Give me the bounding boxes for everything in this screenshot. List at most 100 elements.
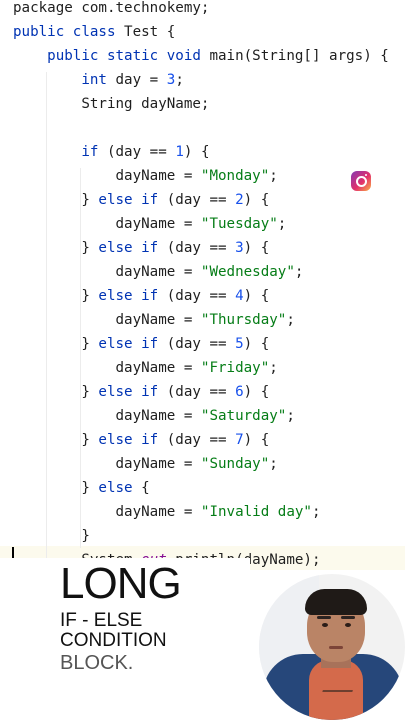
code-token: (day == <box>166 384 236 400</box>
code-line[interactable]: public static void main(String[] args) { <box>13 44 389 68</box>
code-token: ; <box>269 456 278 472</box>
code-token: else if <box>98 384 167 400</box>
code-token: (day == <box>166 288 236 304</box>
code-token: "Wednesday" <box>200 264 295 280</box>
code-token: ) { <box>183 144 210 160</box>
code-line[interactable]: } <box>13 524 90 548</box>
code-token: else if <box>98 432 167 448</box>
code-token: } <box>13 336 99 352</box>
code-line[interactable]: } else if (day == 4) { <box>13 284 269 308</box>
code-token: dayName = <box>13 360 201 376</box>
code-token: else if <box>98 336 167 352</box>
presenter-brow <box>341 616 355 619</box>
code-token: ) { <box>243 384 270 400</box>
code-token: ; <box>311 504 321 520</box>
code-line[interactable]: int day = 3; <box>13 68 184 92</box>
caption-line-4: BLOCK. <box>60 652 134 674</box>
code-token: ; <box>286 408 295 424</box>
code-token: String dayName; <box>13 96 210 112</box>
code-token: "Sunday" <box>200 456 270 472</box>
code-token: } <box>13 240 99 256</box>
code-token: } <box>13 528 90 544</box>
code-token: (day == <box>166 240 236 256</box>
code-token: 7 <box>235 432 244 448</box>
code-token: ) { <box>243 288 270 304</box>
code-token: public class <box>13 24 125 40</box>
code-token: dayName = <box>13 168 201 184</box>
code-token: ; <box>277 216 287 232</box>
code-token: } <box>13 480 99 496</box>
code-token: dayName = <box>13 312 201 328</box>
presenter-eye <box>345 623 351 627</box>
code-token: else if <box>98 192 167 208</box>
code-line[interactable]: } else if (day == 3) { <box>13 236 269 260</box>
code-line[interactable]: package com.technokemy; <box>13 0 209 20</box>
code-line[interactable]: String dayName; <box>13 92 209 116</box>
code-line[interactable]: dayName = "Friday"; <box>13 356 278 380</box>
code-line[interactable]: } else if (day == 5) { <box>13 332 269 356</box>
code-token: 1 <box>175 144 184 160</box>
code-token: else if <box>98 240 167 256</box>
code-line[interactable]: dayName = "Tuesday"; <box>13 212 286 236</box>
code-token: dayName = <box>13 408 201 424</box>
caption-line-2: IF - ELSE <box>60 610 143 631</box>
code-token: { <box>141 480 150 496</box>
code-token: dayName = <box>13 504 201 520</box>
code-token: 6 <box>235 384 244 400</box>
presenter-hair <box>305 589 367 615</box>
presenter-brow <box>317 616 331 619</box>
code-line[interactable]: dayName = "Invalid day"; <box>13 500 321 524</box>
code-token: ) { <box>243 336 270 352</box>
code-token: } <box>13 384 99 400</box>
code-token: else if <box>98 288 167 304</box>
code-line[interactable]: public class Test { <box>13 20 175 44</box>
code-token: ; <box>269 168 278 184</box>
code-line[interactable]: } else { <box>13 476 150 500</box>
code-token: "Thursday" <box>200 312 287 328</box>
code-line[interactable]: if (day == 1) { <box>13 140 209 164</box>
code-line[interactable]: dayName = "Wednesday"; <box>13 260 303 284</box>
code-token: ) { <box>243 432 270 448</box>
code-token: (day == <box>166 432 236 448</box>
code-line[interactable]: dayName = "Monday"; <box>13 164 278 188</box>
code-line[interactable]: } else if (day == 7) { <box>13 428 269 452</box>
code-token: (day == <box>106 144 176 160</box>
presenter-eye <box>322 623 328 627</box>
code-token: "Saturday" <box>200 408 287 424</box>
shirt-graphic <box>319 690 353 704</box>
code-token: "Tuesday" <box>200 216 278 232</box>
code-token: "Friday" <box>200 360 270 376</box>
code-token: if <box>81 144 107 160</box>
presenter-avatar <box>259 574 405 720</box>
caption-line-1: LONG <box>60 559 182 608</box>
code-token: ) { <box>243 240 270 256</box>
code-token: 2 <box>235 192 244 208</box>
code-token: else <box>98 480 142 496</box>
code-line[interactable]: dayName = "Thursday"; <box>13 308 295 332</box>
code-token: dayName = <box>13 456 201 472</box>
code-token: } <box>13 192 99 208</box>
code-token: (day == <box>166 192 236 208</box>
code-token: ; <box>269 360 278 376</box>
presenter-mouth <box>329 646 343 649</box>
code-token: int <box>81 72 116 88</box>
code-token: "Invalid day" <box>200 504 312 520</box>
code-token: 3 <box>235 240 244 256</box>
code-line[interactable]: dayName = "Saturday"; <box>13 404 295 428</box>
code-line[interactable]: } else if (day == 2) { <box>13 188 269 212</box>
code-token: Test { <box>124 24 176 40</box>
code-token: ; <box>286 312 295 328</box>
code-line[interactable]: dayName = "Sunday"; <box>13 452 278 476</box>
code-token: 4 <box>235 288 244 304</box>
code-token: dayName = <box>13 216 201 232</box>
code-token: public static void <box>47 48 210 64</box>
code-token: main(String[] args) { <box>209 48 389 64</box>
code-token: 5 <box>235 336 244 352</box>
code-token: dayName = <box>13 264 201 280</box>
code-line[interactable]: } else if (day == 6) { <box>13 380 269 404</box>
code-token: ) { <box>243 192 270 208</box>
code-token: ; <box>294 264 304 280</box>
